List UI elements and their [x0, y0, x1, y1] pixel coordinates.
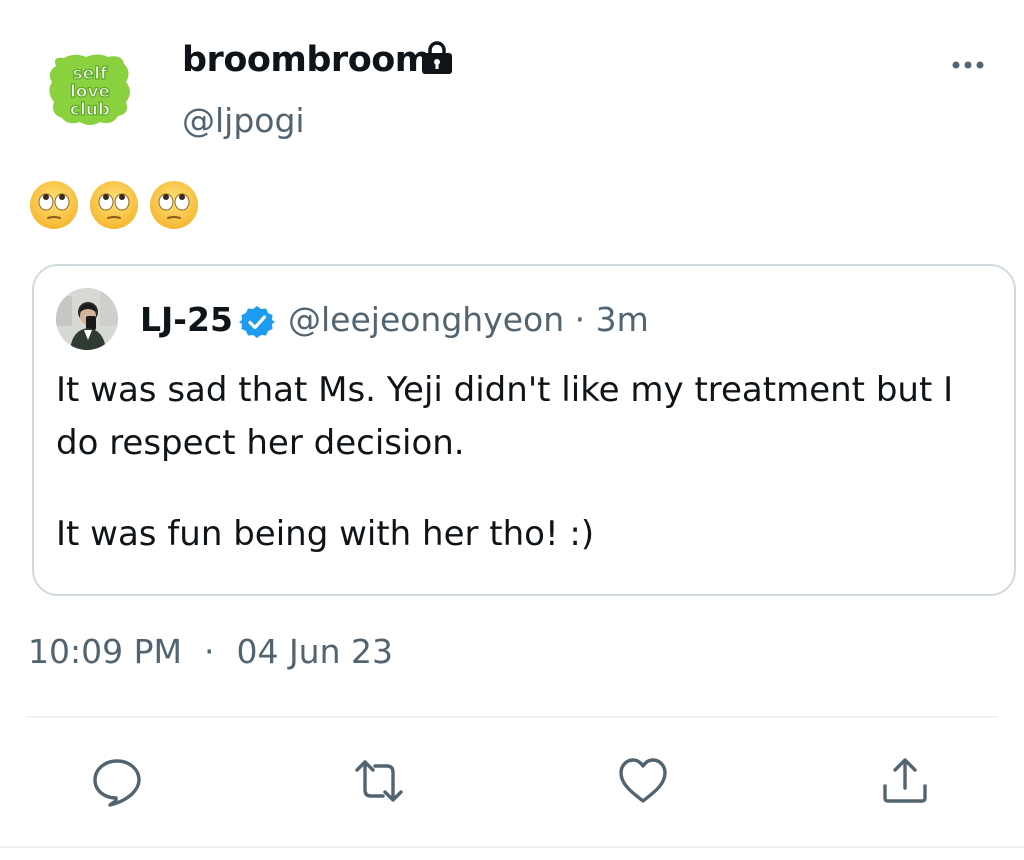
timestamp-separator: · — [203, 632, 215, 671]
svg-text:love: love — [70, 82, 110, 102]
like-button[interactable] — [616, 754, 670, 808]
quoted-handle[interactable]: @leejeonghyeon — [288, 300, 564, 339]
lock-icon — [418, 40, 456, 76]
author-handle[interactable]: @ljpogi — [182, 100, 305, 142]
quoted-paragraph: It was fun being with her tho! :) — [56, 514, 595, 554]
quoted-paragraph: It was sad that Ms. Yeji didn't like my … — [56, 370, 954, 463]
quoted-tweet[interactable]: LJ-25 @leejeonghyeon · 3m It was sad tha… — [32, 264, 1016, 596]
retweet-button[interactable] — [352, 754, 406, 808]
share-button[interactable] — [878, 754, 932, 808]
separator-dot: · — [574, 300, 586, 339]
quoted-display-name[interactable]: LJ-25 — [140, 298, 233, 342]
svg-text:self: self — [73, 64, 108, 84]
timestamp-date: 04 Jun 23 — [236, 632, 393, 671]
self-love-club-logo: self love club — [49, 54, 130, 125]
tweet-text — [28, 179, 200, 233]
svg-text:club: club — [70, 100, 110, 120]
divider — [26, 716, 998, 718]
retweet-icon — [355, 760, 403, 802]
more-icon — [952, 61, 984, 69]
eye-roll-emoji-icon — [90, 181, 138, 229]
quoted-text: It was sad that Ms. Yeji didn't like my … — [56, 364, 986, 561]
more-button[interactable] — [946, 50, 990, 80]
verified-badge-icon — [239, 304, 275, 340]
quoted-handle-time: @leejeonghyeon · 3m — [288, 298, 649, 342]
share-icon — [883, 758, 927, 803]
avatar[interactable]: self love club — [46, 52, 134, 128]
quoted-time[interactable]: 3m — [596, 300, 649, 339]
author-display-name[interactable]: broombroom — [182, 38, 431, 82]
timestamp-time: 10:09 PM — [28, 632, 182, 671]
tweet: self love club broombroom @ljpogi LJ-25 … — [0, 0, 1024, 860]
divider — [0, 846, 1024, 848]
quoted-avatar[interactable] — [56, 288, 118, 350]
eye-roll-emoji-icon — [150, 181, 198, 229]
quoted-avatar-photo — [56, 288, 118, 350]
reply-button[interactable] — [90, 754, 144, 808]
eye-roll-emoji-icon — [30, 181, 78, 229]
tweet-timestamp[interactable]: 10:09 PM · 04 Jun 23 — [28, 630, 393, 674]
heart-icon — [619, 758, 667, 803]
reply-icon — [93, 759, 141, 807]
